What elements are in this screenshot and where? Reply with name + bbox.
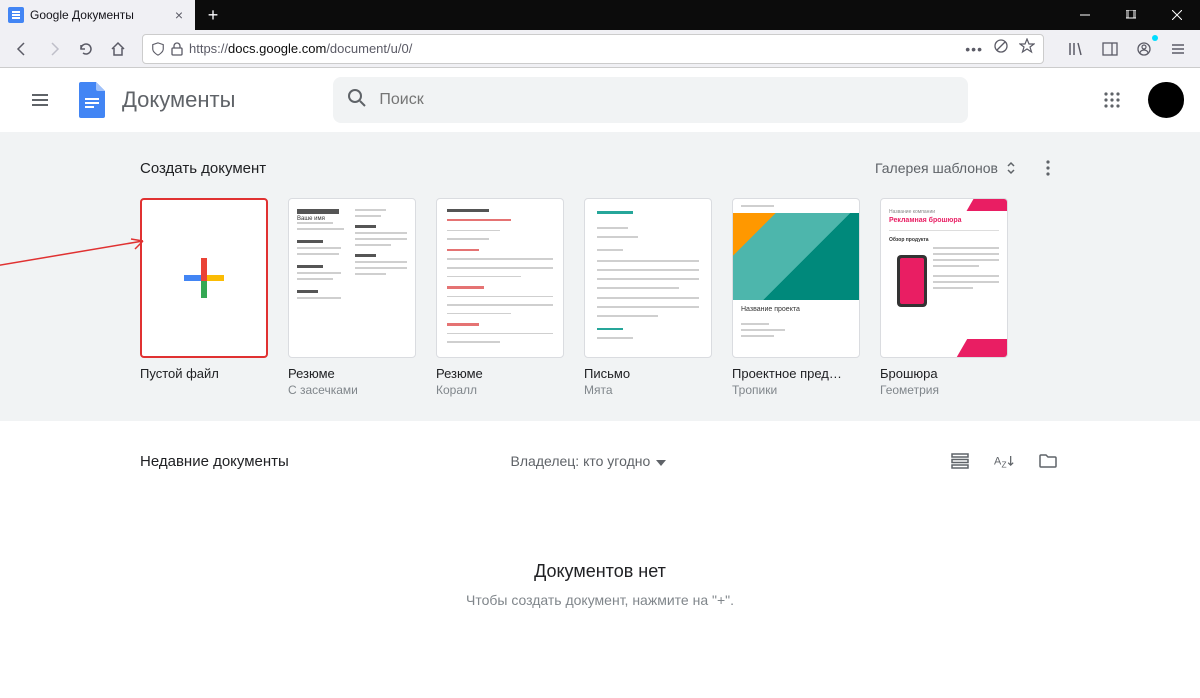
minimize-button[interactable] [1062, 0, 1108, 30]
template-thumb [584, 198, 712, 358]
recent-section: Недавние документы Владелец: кто угодно … [0, 421, 1200, 698]
lock-icon [171, 42, 183, 56]
home-button[interactable] [104, 35, 132, 63]
template-sub: Тропики [732, 383, 860, 397]
more-options-button[interactable] [1036, 156, 1060, 180]
docs-logo-icon[interactable] [72, 80, 112, 120]
svg-text:Z: Z [1002, 460, 1007, 470]
open-file-picker-button[interactable] [1036, 449, 1060, 473]
template-thumb: Название компании Рекламная брошюра Обзо… [880, 198, 1008, 358]
thumb-brochure-title: Рекламная брошюра [889, 217, 999, 224]
owner-filter-label: Владелец: кто угодно [511, 453, 651, 469]
template-brochure[interactable]: Название компании Рекламная брошюра Обзо… [880, 198, 1008, 397]
forward-button[interactable] [40, 35, 68, 63]
template-thumb [436, 198, 564, 358]
url-text: https://docs.google.com/document/u/0/ [189, 41, 959, 56]
thumb-brochure-sub: Обзор продукта [889, 237, 999, 243]
window-controls [1062, 0, 1200, 30]
template-sub: С засечками [288, 383, 416, 397]
templates-section: Создать документ Галерея шаблонов [0, 132, 1200, 421]
template-resume-serif[interactable]: Ваше имя Резюме С за [288, 198, 416, 397]
reader-mode-icon[interactable] [993, 38, 1009, 59]
template-name: Пустой файл [140, 366, 268, 381]
dropdown-icon [656, 453, 666, 469]
maximize-button[interactable] [1108, 0, 1154, 30]
template-name: Резюме [288, 366, 416, 381]
template-thumb-blank [140, 198, 268, 358]
new-tab-button[interactable]: + [199, 1, 227, 29]
list-view-button[interactable] [948, 449, 972, 473]
gallery-label: Галерея шаблонов [875, 160, 998, 176]
plus-icon [184, 258, 224, 298]
sort-button[interactable]: AZ [992, 449, 1016, 473]
main-menu-button[interactable] [16, 76, 64, 124]
template-gallery-button[interactable]: Галерея шаблонов [875, 160, 1016, 176]
account-icon[interactable] [1130, 35, 1158, 63]
empty-title: Документов нет [140, 561, 1060, 582]
template-name: Брошюра [880, 366, 1008, 381]
browser-tab[interactable]: Google Документы × [0, 0, 195, 30]
library-icon[interactable] [1062, 35, 1090, 63]
template-thumb: Название проекта [732, 198, 860, 358]
annotation-arrow-icon [0, 233, 155, 273]
browser-toolbar: https://docs.google.com/document/u/0/ ••… [0, 30, 1200, 68]
template-resume-coral[interactable]: Резюме Коралл [436, 198, 564, 397]
empty-state: Документов нет Чтобы создать документ, н… [140, 511, 1060, 678]
template-sub: Мята [584, 383, 712, 397]
page-actions-icon[interactable]: ••• [965, 41, 983, 57]
empty-subtitle: Чтобы создать документ, нажмите на "+". [140, 592, 1060, 608]
template-thumb: Ваше имя [288, 198, 416, 358]
search-bar[interactable] [333, 77, 968, 123]
template-sub: Коралл [436, 383, 564, 397]
reload-button[interactable] [72, 35, 100, 63]
owner-filter-dropdown[interactable]: Владелец: кто угодно [511, 453, 667, 469]
thumb-project-title: Название проекта [741, 306, 851, 313]
search-input[interactable] [379, 91, 954, 109]
google-apps-button[interactable] [1092, 80, 1132, 120]
tab-close-icon[interactable]: × [171, 7, 187, 23]
back-button[interactable] [8, 35, 36, 63]
app-title: Документы [122, 87, 235, 113]
bookmark-star-icon[interactable] [1019, 38, 1035, 59]
template-name: Резюме [436, 366, 564, 381]
tab-favicon-icon [8, 7, 24, 23]
account-avatar[interactable] [1148, 82, 1184, 118]
template-letter-mint[interactable]: Письмо Мята [584, 198, 712, 397]
template-sub: Геометрия [880, 383, 1008, 397]
address-bar[interactable]: https://docs.google.com/document/u/0/ ••… [142, 34, 1044, 64]
templates-title: Создать документ [140, 160, 266, 177]
unfold-icon [1006, 161, 1016, 175]
template-blank[interactable]: Пустой файл [140, 198, 268, 397]
menu-icon[interactable] [1164, 35, 1192, 63]
thumb-heading: Ваше имя [297, 209, 339, 214]
template-name: Проектное пред… [732, 366, 860, 381]
template-project-proposal[interactable]: Название проекта Проектное пред… Тропики [732, 198, 860, 397]
browser-titlebar: Google Документы × + [0, 0, 1200, 30]
search-icon [347, 88, 367, 113]
close-window-button[interactable] [1154, 0, 1200, 30]
template-name: Письмо [584, 366, 712, 381]
sidebar-icon[interactable] [1096, 35, 1124, 63]
app-header: Документы [0, 68, 1200, 132]
tab-title: Google Документы [30, 8, 165, 22]
shield-icon [151, 42, 165, 56]
